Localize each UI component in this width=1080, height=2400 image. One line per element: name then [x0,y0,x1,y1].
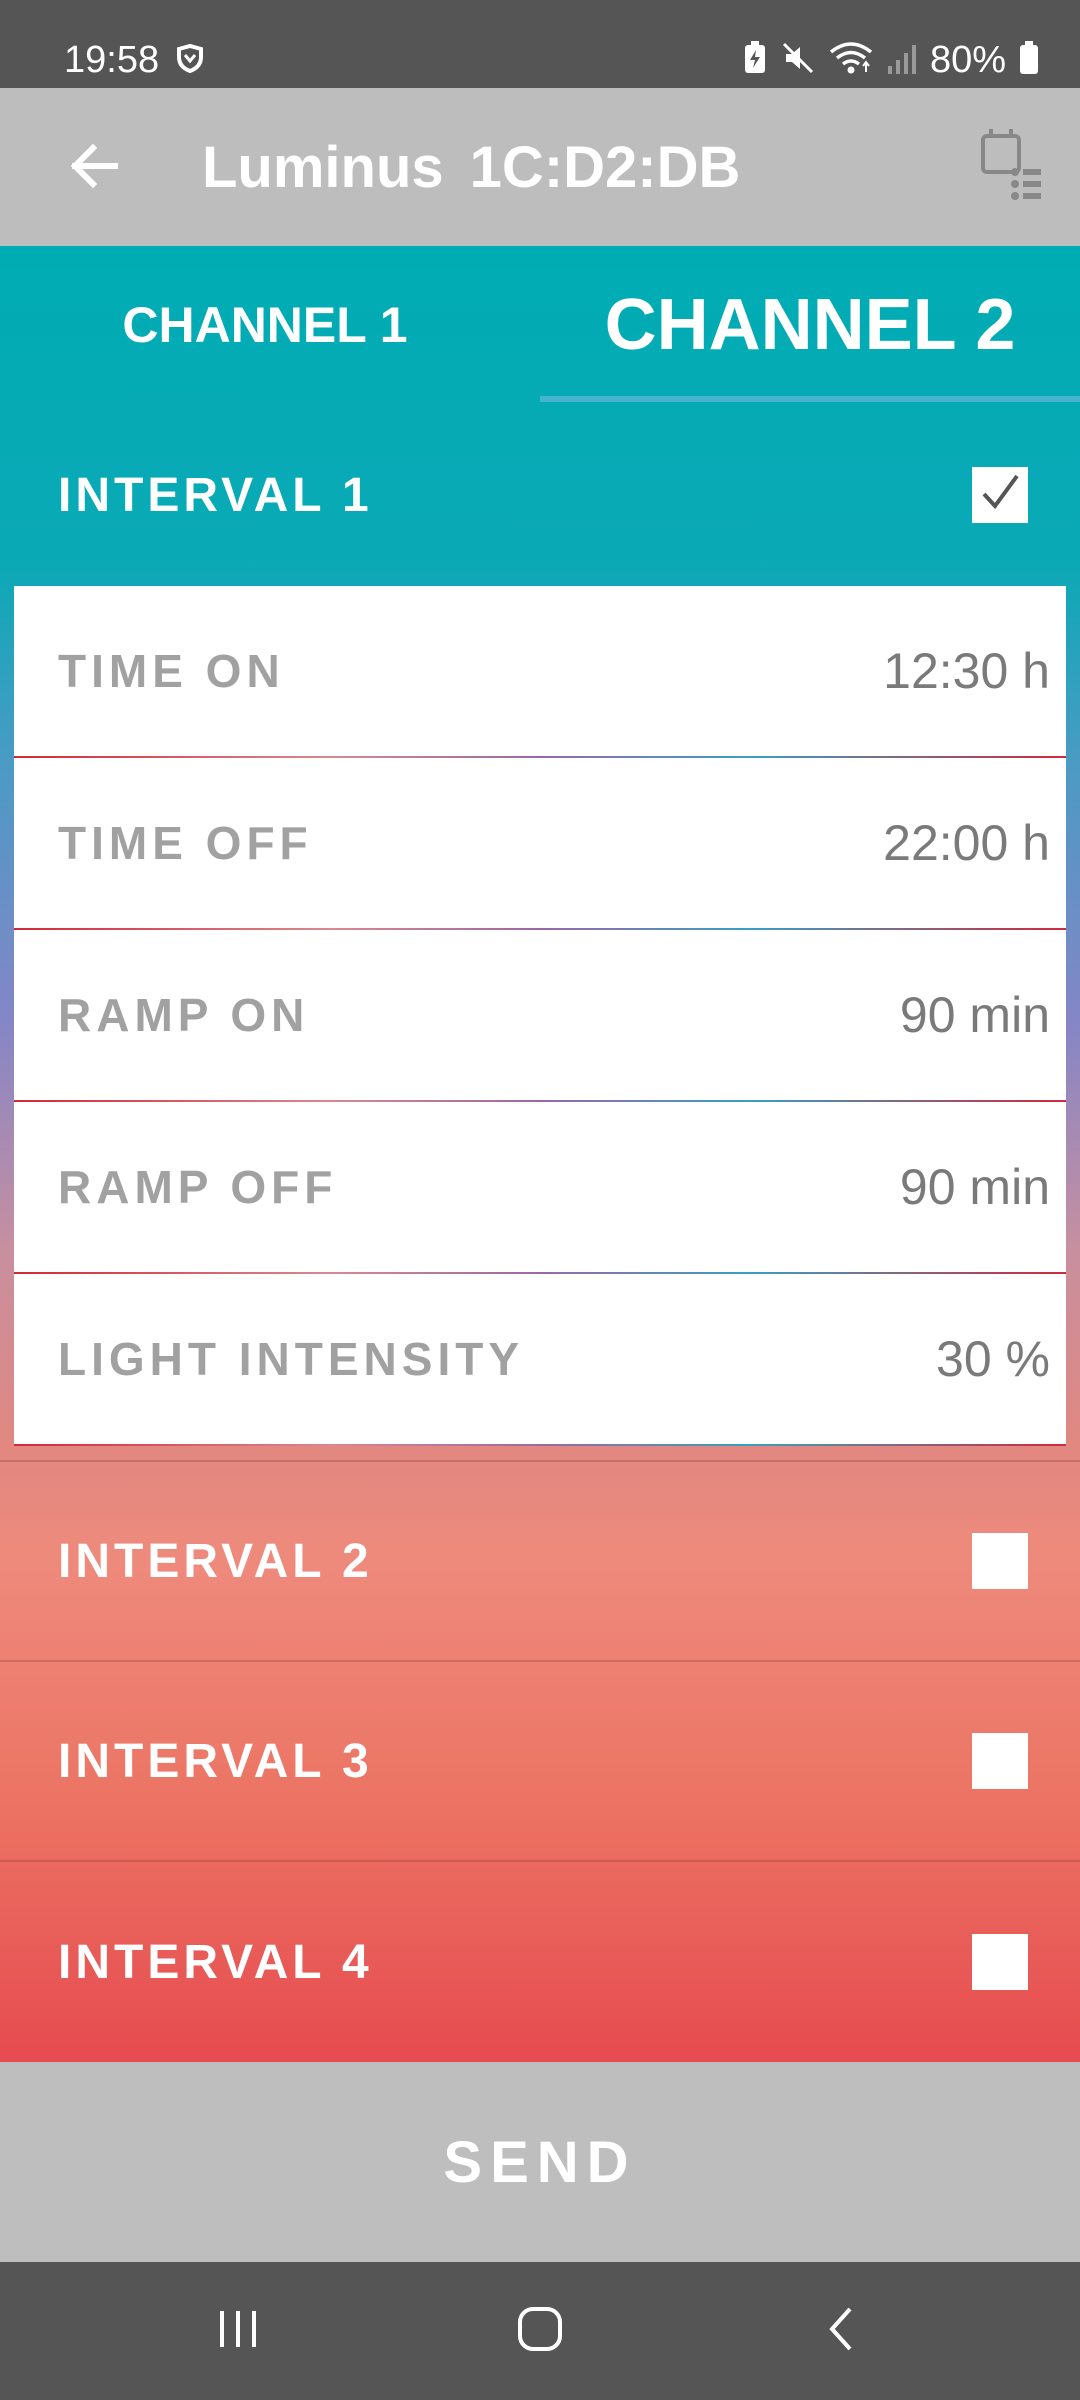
setting-label: LIGHT INTENSITY [58,1333,524,1385]
interval-3-checkbox[interactable] [972,1733,1028,1789]
interval-4-checkbox[interactable] [972,1934,1028,1990]
tab-label: CHANNEL 1 [122,297,408,353]
send-button[interactable]: SEND [0,2062,1080,2262]
arrow-left-icon [69,143,119,193]
status-bar: 19:58 80% [0,0,1080,88]
channel-tabs: CHANNEL 1 CHANNEL 2 [0,246,1080,404]
tab-label: CHANNEL 2 [604,285,1016,365]
home-button[interactable] [480,2286,600,2376]
setting-value: 22:00 h [883,815,1050,871]
device-list-button[interactable] [960,118,1060,218]
checkmark-icon [975,468,1025,523]
back-button[interactable] [44,118,144,218]
interval-2-checkbox[interactable] [972,1533,1028,1589]
setting-label: TIME ON [58,645,285,697]
light-intensity-row[interactable]: LIGHT INTENSITY 30 % [14,1274,1066,1446]
back-nav-button[interactable] [782,2286,902,2376]
interval-2-header[interactable]: INTERVAL 2 [0,1462,1080,1660]
setting-value: 30 % [936,1331,1050,1387]
tab-channel-1[interactable]: CHANNEL 1 [0,246,540,404]
setting-value: 12:30 h [883,643,1050,699]
interval-label: INTERVAL 1 [58,468,373,522]
mute-icon [780,40,816,81]
interval-1-checkbox[interactable] [972,467,1028,523]
setting-value: 90 min [899,1159,1050,1215]
recents-button[interactable] [178,2286,298,2376]
ramp-on-row[interactable]: RAMP ON 90 min [14,930,1066,1102]
setting-label: RAMP ON [58,989,310,1041]
battery-percent: 80% [929,38,1006,81]
send-label: SEND [443,2129,637,2195]
device-address: 1C:D2:DB [469,134,741,200]
home-icon [515,2304,565,2359]
app-bar: Luminus 1C:D2:DB [0,88,1080,246]
wifi-icon [828,40,874,81]
battery-icon [1018,40,1040,81]
shield-icon [175,43,205,78]
setting-value: 90 min [899,987,1050,1043]
status-left: 19:58 [64,30,205,90]
setting-label: TIME OFF [58,817,313,869]
divider [14,1444,1066,1446]
recents-icon [214,2305,262,2358]
time-off-row[interactable]: TIME OFF 22:00 h [14,758,1066,930]
app-screen: 19:58 80% Luminus 1C:D2:DB CHANNEL 1 CHA… [0,0,1080,2400]
interval-3-header[interactable]: INTERVAL 3 [0,1662,1080,1860]
interval-label: INTERVAL 4 [58,1935,373,1989]
interval-1-settings: TIME ON 12:30 h TIME OFF 22:00 h RAMP ON… [14,586,1066,1446]
interval-label: INTERVAL 2 [58,1534,373,1588]
ramp-off-row[interactable]: RAMP OFF 90 min [14,1102,1066,1274]
chevron-left-icon [822,2304,862,2359]
app-name: Luminus [202,134,444,200]
system-nav-bar [0,2262,1080,2400]
interval-label: INTERVAL 3 [58,1734,373,1788]
status-right: 80% [742,30,1040,90]
status-time: 19:58 [64,38,160,81]
tab-channel-2[interactable]: CHANNEL 2 [540,246,1080,404]
interval-1-header[interactable]: INTERVAL 1 [0,404,1080,586]
device-list-icon [975,126,1045,211]
tab-indicator [540,396,1080,402]
battery-saver-icon [742,40,768,81]
page-title: Luminus 1C:D2:DB [202,88,740,246]
time-on-row[interactable]: TIME ON 12:30 h [14,586,1066,758]
interval-4-header[interactable]: INTERVAL 4 [0,1862,1080,2062]
setting-label: RAMP OFF [58,1161,338,1213]
signal-icon [886,40,918,81]
